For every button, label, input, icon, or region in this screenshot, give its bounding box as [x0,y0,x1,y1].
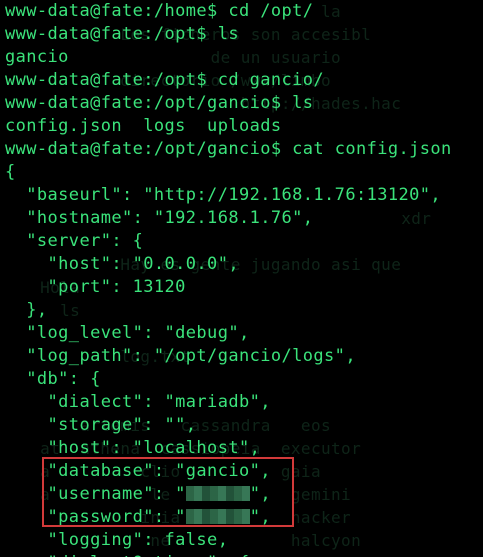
terminal-line: }, [5,299,483,322]
shell-command: cd gancio/ [217,70,325,90]
terminal-line: www-data@fate:/opt$ cd gancio/ [5,69,483,92]
output-text: "host": "localhost", [5,438,261,458]
terminal-line: "db": { [5,368,483,391]
output-text: "port": 13120 [5,277,186,297]
shell-command: ls [292,93,314,113]
terminal-line: "baseurl": "http://192.168.1.76:13120", [5,184,483,207]
output-text: config.json logs uploads [5,116,282,136]
terminal-line: { [5,161,483,184]
output-text: "log_path": "/opt/gancio/logs", [5,346,356,366]
terminal-line: www-data@fate:/opt/gancio$ ls [5,92,483,115]
output-text: "dialect": "mariadb", [5,392,271,412]
output-text: "logging": false, [5,530,229,550]
terminal-line: "storage": "", [5,414,483,437]
terminal-line: www-data@fate:/opt/gancio$ cat config.js… [5,138,483,161]
terminal-line: config.json logs uploads [5,115,483,138]
terminal-line: "port": 13120 [5,276,483,299]
terminal-line: www-data@fate:/home$ cd /opt/ [5,0,483,23]
output-text: "dialectOptions": { [5,553,250,557]
terminal-line: "log_level": "debug", [5,322,483,345]
shell-prompt: www-data@fate:/opt$ [5,70,218,90]
shell-prompt: www-data@fate:/opt/gancio$ [5,139,293,159]
terminal-line: "dialect": "mariadb", [5,391,483,414]
output-text: "baseurl": "http://192.168.1.76:13120", [5,185,442,205]
terminal-line: "log_path": "/opt/gancio/logs", [5,345,483,368]
output-text: "log_level": "debug", [5,323,250,343]
terminal-line: "hostname": "192.168.1.76", [5,207,483,230]
output-text: "host": "0.0.0.0", [5,254,239,274]
shell-command: cat config.json [292,139,452,159]
terminal-line: "logging": false, [5,529,483,552]
output-text: gancio [5,47,69,67]
terminal-line: "server": { [5,230,483,253]
terminal-line: "dialectOptions": { [5,552,483,557]
shell-prompt: www-data@fate:/opt$ [5,24,218,44]
output-text: "db": { [5,369,101,389]
output-text: "hostname": "192.168.1.76", [5,208,314,228]
output-text: { [5,162,16,182]
credentials-highlight-box [42,457,294,527]
output-text: "storage": "", [5,415,197,435]
terminal-window[interactable]: la Los ficheros son accesibl de un usuar… [0,0,483,557]
terminal-line: gancio [5,46,483,69]
shell-command: cd /opt/ [228,1,314,21]
shell-command: ls [217,24,239,44]
output-text: }, [5,300,48,320]
shell-prompt: www-data@fate:/home$ [5,1,229,21]
terminal-line: "host": "0.0.0.0", [5,253,483,276]
output-text: "server": { [5,231,144,251]
terminal-line: www-data@fate:/opt$ ls [5,23,483,46]
shell-prompt: www-data@fate:/opt/gancio$ [5,93,293,113]
